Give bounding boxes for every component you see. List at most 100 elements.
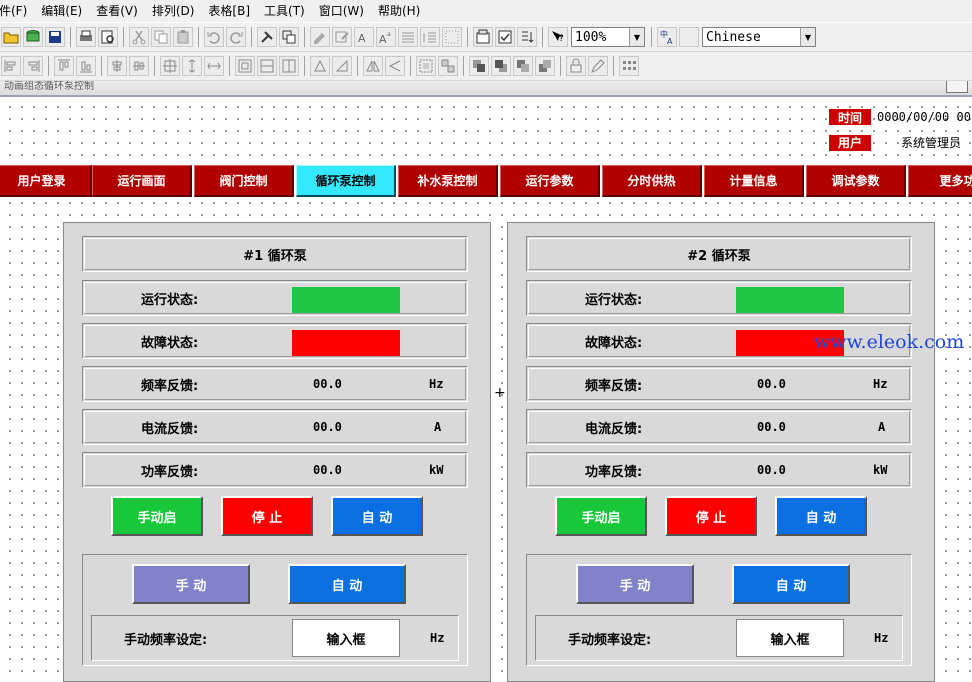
text-size-icon[interactable]: A — [354, 27, 374, 47]
nav-debug-params[interactable]: 调试参数 — [806, 165, 906, 197]
grid-dots-icon[interactable] — [619, 56, 639, 76]
manual-mode-button[interactable]: 手 动 — [576, 564, 694, 604]
paste-icon[interactable] — [173, 27, 193, 47]
rotate-left-icon[interactable] — [310, 56, 330, 76]
save-icon[interactable] — [45, 27, 65, 47]
menu-view[interactable]: 查看(V) — [89, 0, 145, 22]
nav-metering[interactable]: 计量信息 — [704, 165, 804, 197]
rotate-right-icon[interactable] — [332, 56, 352, 76]
auto-mode-button[interactable]: 自 动 — [288, 564, 406, 604]
same-size-icon[interactable] — [160, 56, 180, 76]
grid-icon[interactable] — [442, 27, 462, 47]
sort-icon[interactable] — [517, 27, 537, 47]
run-status-row: 运行状态: — [82, 280, 468, 316]
tools-icon[interactable] — [257, 27, 277, 47]
freq-set-input[interactable]: 输入框 — [292, 619, 400, 657]
send-backward-icon[interactable] — [535, 56, 555, 76]
format-icon[interactable] — [310, 27, 330, 47]
group-icon[interactable] — [416, 56, 436, 76]
menu-tools[interactable]: 工具(T) — [257, 0, 312, 22]
menu-edit[interactable]: 编辑(E) — [34, 0, 89, 22]
menu-help[interactable]: 帮助(H) — [371, 0, 427, 22]
manual-start-button[interactable]: 手动启 — [555, 496, 647, 536]
freq-value: 00.0 — [757, 377, 786, 391]
flip-vertical-icon[interactable] — [385, 56, 405, 76]
zoom-select[interactable]: 100% ▼ — [571, 27, 645, 47]
chevron-down-icon[interactable]: ▼ — [629, 28, 644, 46]
center-vertical-icon[interactable] — [107, 56, 127, 76]
print-icon[interactable] — [76, 27, 96, 47]
user-value: 系统管理员 — [901, 136, 962, 150]
nav-more[interactable]: 更多功 — [908, 165, 972, 197]
language-select[interactable]: Chinese ▼ — [702, 27, 816, 47]
nav-run-params[interactable]: 运行参数 — [500, 165, 600, 197]
pen-icon[interactable] — [588, 56, 608, 76]
help-cursor-icon[interactable]: ? — [548, 27, 568, 47]
redo-icon[interactable] — [226, 27, 246, 47]
nav-login[interactable]: 用户登录 — [0, 165, 92, 197]
menu-table[interactable]: 表格[B] — [201, 0, 257, 22]
align-bottom-icon[interactable] — [76, 56, 96, 76]
menu-arrange[interactable]: 排列(D) — [145, 0, 202, 22]
align-lines-icon[interactable] — [398, 27, 418, 47]
database-icon[interactable] — [23, 27, 43, 47]
cut-icon[interactable] — [129, 27, 149, 47]
manual-start-button[interactable]: 手动启 — [111, 496, 203, 536]
text-superscript-icon[interactable]: Aa — [376, 27, 396, 47]
user-row: 用户 系统管理员 — [829, 134, 961, 151]
check-icon[interactable] — [495, 27, 515, 47]
undo-icon[interactable] — [204, 27, 224, 47]
edit-icon[interactable] — [332, 27, 352, 47]
bring-front-icon[interactable] — [469, 56, 489, 76]
menu-file[interactable]: 件(F) — [0, 0, 34, 22]
ungroup-icon[interactable] — [438, 56, 458, 76]
blank-button[interactable] — [679, 27, 699, 47]
toolbar-separator — [463, 56, 464, 76]
manual-mode-button[interactable]: 手 动 — [132, 564, 250, 604]
power-label: 功率反馈: — [585, 464, 643, 480]
send-back-icon[interactable] — [491, 56, 511, 76]
open-icon[interactable] — [1, 27, 21, 47]
menu-window[interactable]: 窗口(W) — [312, 0, 371, 22]
flip-horizontal-icon[interactable] — [363, 56, 383, 76]
center-horizontal-page-icon[interactable] — [279, 56, 299, 76]
stop-button[interactable]: 停 止 — [221, 496, 313, 536]
svg-text:A: A — [667, 37, 673, 45]
freq-set-input[interactable]: 输入框 — [736, 619, 844, 657]
align-left-icon[interactable] — [1, 56, 21, 76]
window-restore-button[interactable] — [946, 81, 968, 93]
auto-button[interactable]: 自 动 — [775, 496, 867, 536]
center-vertical-page-icon[interactable] — [257, 56, 277, 76]
align-right-icon[interactable] — [23, 56, 43, 76]
same-width-icon[interactable] — [204, 56, 224, 76]
auto-mode-button[interactable]: 自 动 — [732, 564, 850, 604]
properties-icon[interactable] — [473, 27, 493, 47]
center-horizontal-icon[interactable] — [129, 56, 149, 76]
print-preview-icon[interactable] — [98, 27, 118, 47]
run-status-label: 运行状态: — [585, 292, 643, 308]
copy-icon[interactable] — [151, 27, 171, 47]
center-page-icon[interactable] — [235, 56, 255, 76]
lock-icon[interactable] — [566, 56, 586, 76]
freq-label: 频率反馈: — [141, 378, 199, 394]
nav-valve-control[interactable]: 阀门控制 — [194, 165, 294, 197]
time-row: 时间 0000/00/00 00 — [829, 109, 971, 125]
toolbar-separator — [651, 27, 652, 47]
auto-button[interactable]: 自 动 — [331, 496, 423, 536]
same-height-icon[interactable] — [182, 56, 202, 76]
bring-forward-icon[interactable] — [513, 56, 533, 76]
current-unit: A — [434, 420, 442, 434]
nav-timed-heating[interactable]: 分时供热 — [602, 165, 702, 197]
language-icon[interactable]: 中A — [657, 27, 677, 47]
stop-button[interactable]: 停 止 — [665, 496, 757, 536]
layer-icon[interactable] — [279, 27, 299, 47]
current-value: 00.0 — [313, 420, 342, 434]
align-top-icon[interactable] — [54, 56, 74, 76]
power-row: 功率反馈: 00.0 kW — [82, 452, 468, 488]
toolbar-separator — [560, 56, 561, 76]
indent-icon[interactable] — [420, 27, 440, 47]
nav-makeup-pump[interactable]: 补水泵控制 — [398, 165, 498, 197]
nav-run-screen[interactable]: 运行画面 — [92, 165, 192, 197]
chevron-down-icon[interactable]: ▼ — [800, 28, 815, 46]
nav-circulation-pump[interactable]: 循环泵控制 — [296, 165, 396, 197]
